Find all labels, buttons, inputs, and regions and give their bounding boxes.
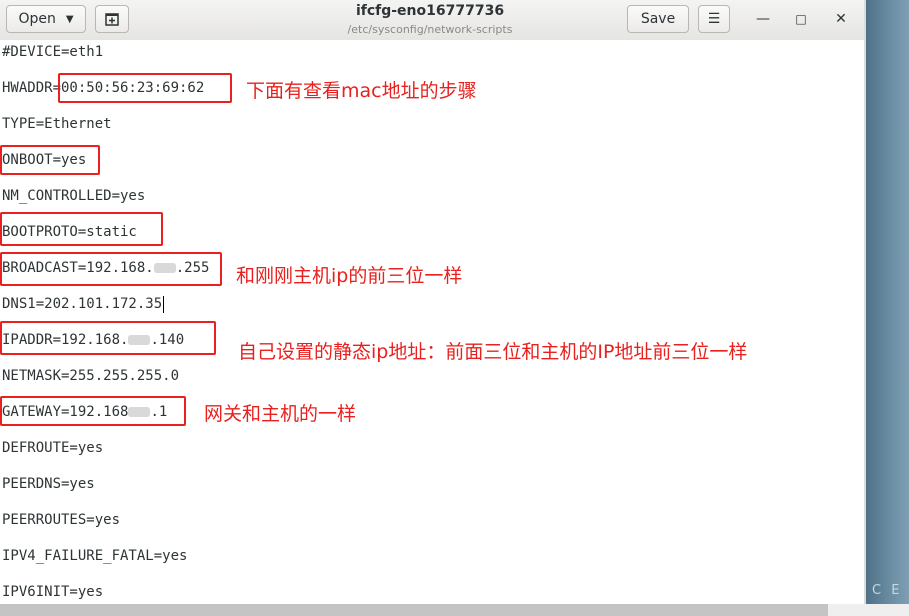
chevron-down-icon: ▼ (65, 13, 74, 25)
hamburger-menu-icon[interactable]: ☰ (698, 5, 730, 33)
file-path: /etc/sysconfig/network-scripts (347, 23, 513, 36)
highlight-bootproto (0, 212, 163, 246)
line-type: TYPE=Ethernet (2, 116, 112, 132)
line-ipv4-failure-fatal: IPV4_FAILURE_FATAL=yes (2, 548, 188, 564)
open-button[interactable]: Open ▼ (6, 5, 86, 33)
minimize-icon[interactable]: — (751, 7, 775, 31)
highlight-hwaddr (58, 73, 232, 103)
open-button-label: Open (18, 11, 56, 27)
scrollbar-corner (828, 604, 909, 616)
new-document-icon (105, 13, 119, 26)
highlight-onboot (0, 145, 100, 175)
new-document-button[interactable] (95, 5, 129, 33)
desktop-text: C E (872, 583, 903, 598)
line-dns1: DNS1=202.101.172.35 (2, 294, 165, 314)
window-edge (864, 0, 866, 616)
line-peerroutes: PEERROUTES=yes (2, 512, 121, 528)
dns1-text: DNS1=202.101.172.35 (2, 296, 163, 312)
line-nm-controlled: NM_CONTROLLED=yes (2, 188, 146, 204)
window-title: ifcfg-eno16777736 (355, 3, 505, 19)
line-defroute: DEFROUTE=yes (2, 440, 104, 456)
line-netmask: NETMASK=255.255.255.0 (2, 368, 180, 384)
highlight-ipaddr (0, 321, 216, 355)
text-cursor (163, 295, 165, 313)
highlight-broadcast (0, 252, 222, 286)
annotation-mac: 下面有查看mac地址的步骤 (246, 80, 477, 102)
desktop-background (864, 0, 909, 616)
line-peerdns: PEERDNS=yes (2, 476, 95, 492)
maximize-icon[interactable]: □ (789, 7, 813, 31)
line-device: #DEVICE=eth1 (2, 44, 104, 60)
annotation-ipaddr: 自己设置的静态ip地址：前面三位和主机的IP地址前三位一样 (238, 341, 748, 363)
highlight-gateway (0, 396, 186, 426)
header-bar: Open ▼ ifcfg-eno16777736 /etc/sysconfig/… (0, 0, 864, 41)
annotation-broadcast: 和刚刚主机ip的前三位一样 (236, 265, 463, 287)
horizontal-scrollbar-thumb[interactable] (0, 604, 828, 616)
save-button[interactable]: Save (627, 5, 689, 33)
close-icon[interactable]: ✕ (829, 7, 853, 31)
annotation-gateway: 网关和主机的一样 (204, 403, 357, 425)
line-ipv6init: IPV6INIT=yes (2, 584, 104, 600)
